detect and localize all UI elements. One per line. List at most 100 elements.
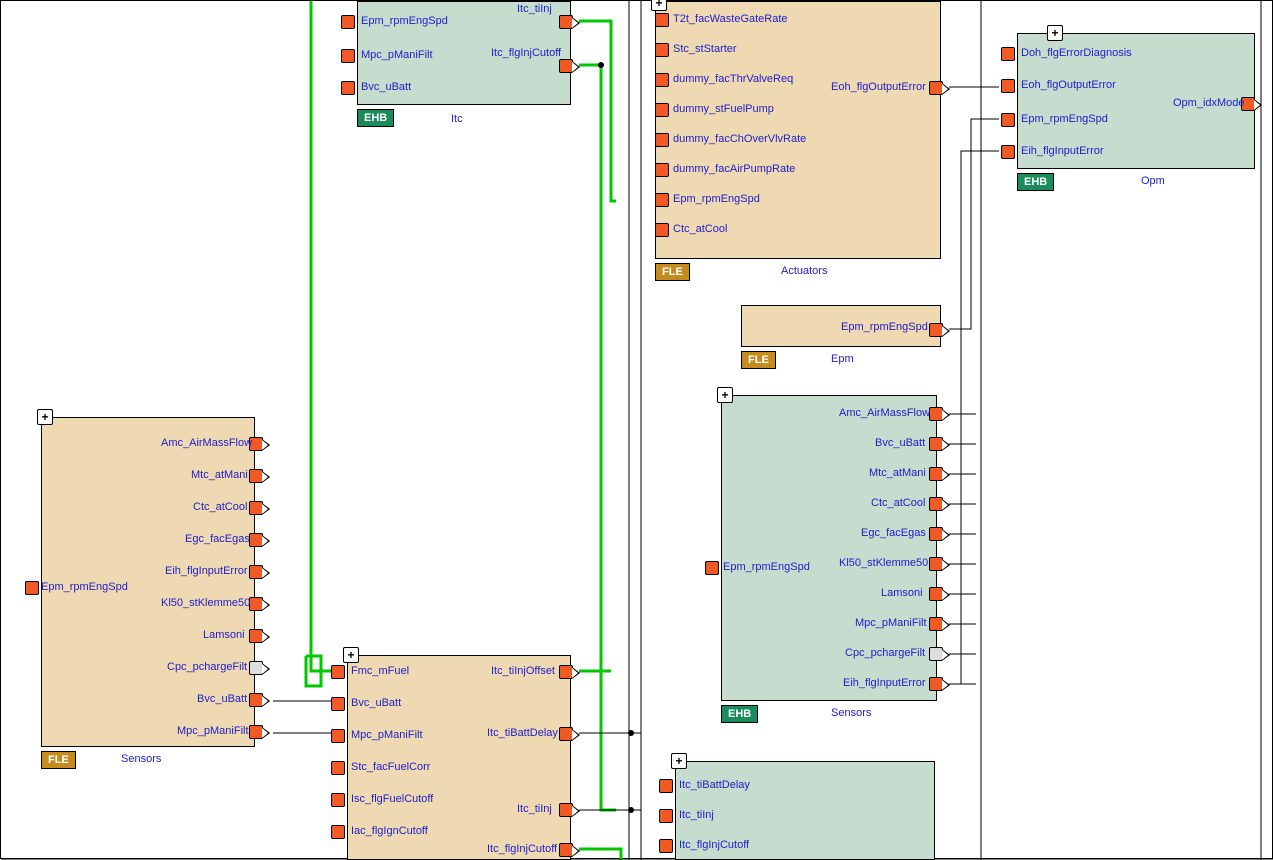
port-icon[interactable] bbox=[929, 81, 943, 95]
port-label: T2t_facWasteGateRate bbox=[673, 13, 788, 25]
port-label: dummy_facChOverVlvRate bbox=[673, 133, 806, 145]
label-itc: Itc bbox=[451, 113, 463, 125]
port-icon[interactable] bbox=[25, 581, 39, 595]
port-icon[interactable] bbox=[655, 193, 669, 207]
port-icon[interactable] bbox=[249, 629, 263, 643]
port-icon[interactable] bbox=[929, 437, 943, 451]
port-label: Mtc_atMani bbox=[191, 469, 248, 481]
port-label: Eih_flgInputError bbox=[165, 565, 248, 577]
port-icon[interactable] bbox=[655, 223, 669, 237]
expand-button[interactable]: + bbox=[671, 753, 687, 769]
port-label: Opm_idxMode bbox=[1173, 97, 1245, 109]
port-icon[interactable] bbox=[559, 59, 573, 73]
port-label: Eoh_flgOutputError bbox=[1021, 79, 1116, 91]
port-icon[interactable] bbox=[249, 469, 263, 483]
port-icon[interactable] bbox=[331, 793, 345, 807]
port-label: Egc_facEgas bbox=[185, 533, 250, 545]
port-icon[interactable] bbox=[659, 779, 673, 793]
port-icon[interactable] bbox=[929, 587, 943, 601]
port-label: Epm_rpmEngSpd bbox=[1021, 113, 1108, 125]
port-icon[interactable] bbox=[659, 809, 673, 823]
port-icon[interactable] bbox=[249, 693, 263, 707]
port-icon[interactable] bbox=[655, 13, 669, 27]
port-label: Eih_flgInputError bbox=[1021, 145, 1104, 157]
tag-fle-actuators: FLE bbox=[655, 263, 690, 281]
label-actuators: Actuators bbox=[781, 265, 827, 277]
port-label: Fmc_mFuel bbox=[351, 665, 409, 677]
port-icon[interactable] bbox=[929, 407, 943, 421]
port-label: dummy_facThrValveReq bbox=[673, 73, 793, 85]
expand-button[interactable]: + bbox=[717, 387, 733, 403]
port-label: dummy_stFuelPump bbox=[673, 103, 774, 115]
port-icon[interactable] bbox=[331, 761, 345, 775]
port-icon[interactable] bbox=[929, 557, 943, 571]
port-icon[interactable] bbox=[705, 561, 719, 575]
port-icon[interactable] bbox=[331, 825, 345, 839]
port-icon[interactable] bbox=[341, 49, 355, 63]
port-icon[interactable] bbox=[1001, 47, 1015, 61]
port-icon[interactable] bbox=[659, 839, 673, 853]
port-label: Cpc_pchargeFilt bbox=[845, 647, 925, 659]
tag-ehb-itc: EHB bbox=[357, 109, 394, 127]
expand-button[interactable]: + bbox=[37, 409, 53, 425]
port-icon[interactable] bbox=[1001, 145, 1015, 159]
port-icon[interactable] bbox=[341, 15, 355, 29]
port-label: Itc_tiInj bbox=[517, 803, 552, 815]
port-icon[interactable] bbox=[331, 729, 345, 743]
port-icon[interactable] bbox=[559, 843, 573, 857]
port-label: Epm_rpmEngSpd bbox=[41, 581, 128, 593]
port-icon[interactable] bbox=[929, 497, 943, 511]
expand-button[interactable]: + bbox=[651, 0, 667, 11]
port-label: Itc_tiInjOffset bbox=[491, 665, 555, 677]
port-icon[interactable] bbox=[559, 15, 573, 29]
port-label: Bvc_uBatt bbox=[361, 81, 411, 93]
port-label: Itc_tiInj bbox=[517, 3, 552, 15]
port-label: Itc_flgInjCutoff bbox=[679, 839, 749, 851]
port-icon[interactable] bbox=[249, 533, 263, 547]
expand-button[interactable]: + bbox=[343, 647, 359, 663]
port-label: Eih_flgInputError bbox=[843, 677, 926, 689]
port-icon[interactable] bbox=[929, 467, 943, 481]
diagram-canvas[interactable]: EHB Itc Epm_rpmEngSpd Mpc_pManiFilt Bvc_… bbox=[1, 1, 1273, 860]
port-icon[interactable] bbox=[331, 665, 345, 679]
expand-button[interactable]: + bbox=[1047, 25, 1063, 41]
port-icon[interactable] bbox=[655, 133, 669, 147]
port-icon[interactable] bbox=[929, 677, 943, 691]
port-label: Epm_rpmEngSpd bbox=[723, 561, 810, 573]
port-icon[interactable] bbox=[1001, 113, 1015, 127]
block-actuators[interactable] bbox=[655, 1, 941, 259]
port-icon[interactable] bbox=[655, 43, 669, 57]
label-sensors-right: Sensors bbox=[831, 707, 871, 719]
port-icon[interactable] bbox=[249, 725, 263, 739]
port-icon[interactable] bbox=[249, 501, 263, 515]
port-icon[interactable] bbox=[655, 163, 669, 177]
port-icon[interactable] bbox=[249, 661, 263, 675]
port-label: Doh_flgErrorDiagnosis bbox=[1021, 47, 1132, 59]
port-label: Cpc_pchargeFilt bbox=[167, 661, 247, 673]
port-icon[interactable] bbox=[331, 697, 345, 711]
port-icon[interactable] bbox=[929, 617, 943, 631]
port-icon[interactable] bbox=[655, 73, 669, 87]
port-label: Epm_rpmEngSpd bbox=[361, 15, 448, 27]
port-label: Itc_flgInjCutoff bbox=[487, 843, 557, 855]
port-label: Mtc_atMani bbox=[869, 467, 926, 479]
port-icon[interactable] bbox=[249, 597, 263, 611]
port-icon[interactable] bbox=[341, 81, 355, 95]
port-label: Mpc_pManiFilt bbox=[351, 729, 423, 741]
port-label: Epm_rpmEngSpd bbox=[841, 321, 928, 333]
port-icon[interactable] bbox=[559, 665, 573, 679]
port-label: Itc_tiBattDelay bbox=[487, 727, 558, 739]
port-icon[interactable] bbox=[1001, 79, 1015, 93]
port-label: Epm_rpmEngSpd bbox=[673, 193, 760, 205]
port-icon[interactable] bbox=[929, 647, 943, 661]
port-label: Itc_tiInj bbox=[679, 809, 714, 821]
port-icon[interactable] bbox=[929, 323, 943, 337]
port-icon[interactable] bbox=[655, 103, 669, 117]
port-icon[interactable] bbox=[249, 565, 263, 579]
port-label: Stc_stStarter bbox=[673, 43, 737, 55]
port-icon[interactable] bbox=[559, 727, 573, 741]
port-label: Lamsoni bbox=[881, 587, 923, 599]
port-label: Isc_flgFuelCutoff bbox=[351, 793, 433, 805]
port-icon[interactable] bbox=[559, 803, 573, 817]
port-icon[interactable] bbox=[929, 527, 943, 541]
